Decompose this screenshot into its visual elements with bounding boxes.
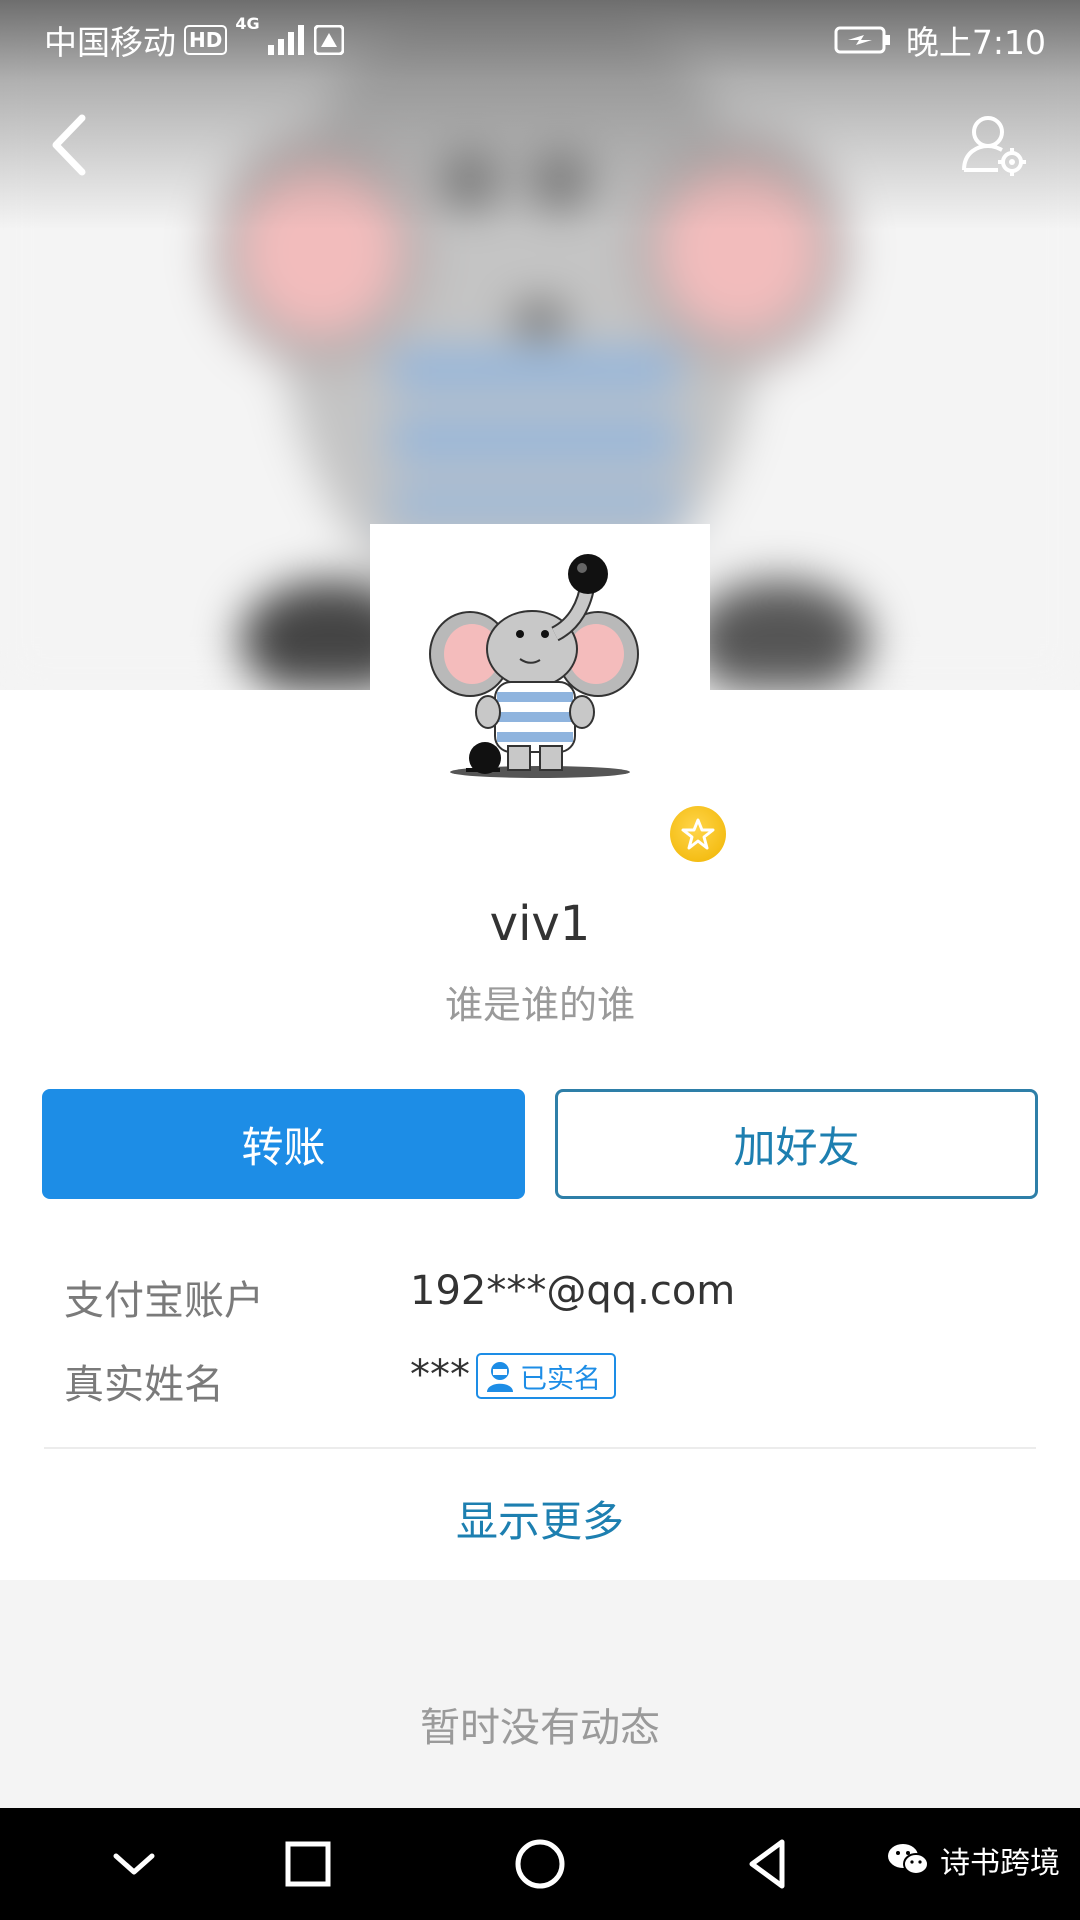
wechat-icon xyxy=(888,1844,929,1875)
watermark-text: 诗书跨境 xyxy=(940,1846,1060,1881)
verified-label: 已实名 xyxy=(520,1363,601,1395)
star-badge-icon xyxy=(670,806,726,862)
home-icon[interactable] xyxy=(508,1832,572,1896)
verified-badge: 已实名 xyxy=(476,1353,616,1399)
user-signature: 谁是谁的谁 xyxy=(444,983,635,1027)
back-nav-icon[interactable] xyxy=(736,1832,800,1896)
elephant-avatar-image xyxy=(429,554,639,778)
avatar[interactable] xyxy=(370,524,710,824)
hd-indicator: HD xyxy=(184,25,228,55)
real-name-label: 真实姓名 xyxy=(64,1362,224,1408)
carrier-name: 中国移动 xyxy=(44,23,176,62)
divider xyxy=(44,1447,1036,1449)
app-notification-icon xyxy=(313,25,344,55)
status-bar: 中国移动 HD 4G 晚上7:10 xyxy=(0,0,1080,72)
show-more-link[interactable]: 显示更多 xyxy=(0,1488,1080,1549)
feed-section xyxy=(0,1580,1080,1808)
chevron-down-icon[interactable] xyxy=(102,1832,166,1896)
real-name-value: *** xyxy=(410,1352,470,1398)
clock: 晚上7:10 xyxy=(905,23,1046,62)
feed-empty-text: 暂时没有动态 xyxy=(420,1705,660,1751)
user-nickname: viv1 xyxy=(489,896,591,952)
profile-settings-icon[interactable] xyxy=(958,110,1030,182)
transfer-button[interactable]: 转账 xyxy=(42,1089,525,1199)
recent-apps-icon[interactable] xyxy=(276,1832,340,1896)
battery-charging-icon xyxy=(834,26,890,54)
watermark: 诗书跨境 xyxy=(886,1838,1060,1882)
network-type: 4G xyxy=(235,14,260,33)
alipay-account-label: 支付宝账户 xyxy=(64,1278,264,1324)
signal-icon xyxy=(267,25,304,55)
back-icon[interactable] xyxy=(42,110,102,180)
verified-person-icon xyxy=(487,1362,513,1392)
add-friend-button[interactable]: 加好友 xyxy=(555,1089,1038,1199)
alipay-account-value: 192***@qq.com xyxy=(410,1268,736,1314)
